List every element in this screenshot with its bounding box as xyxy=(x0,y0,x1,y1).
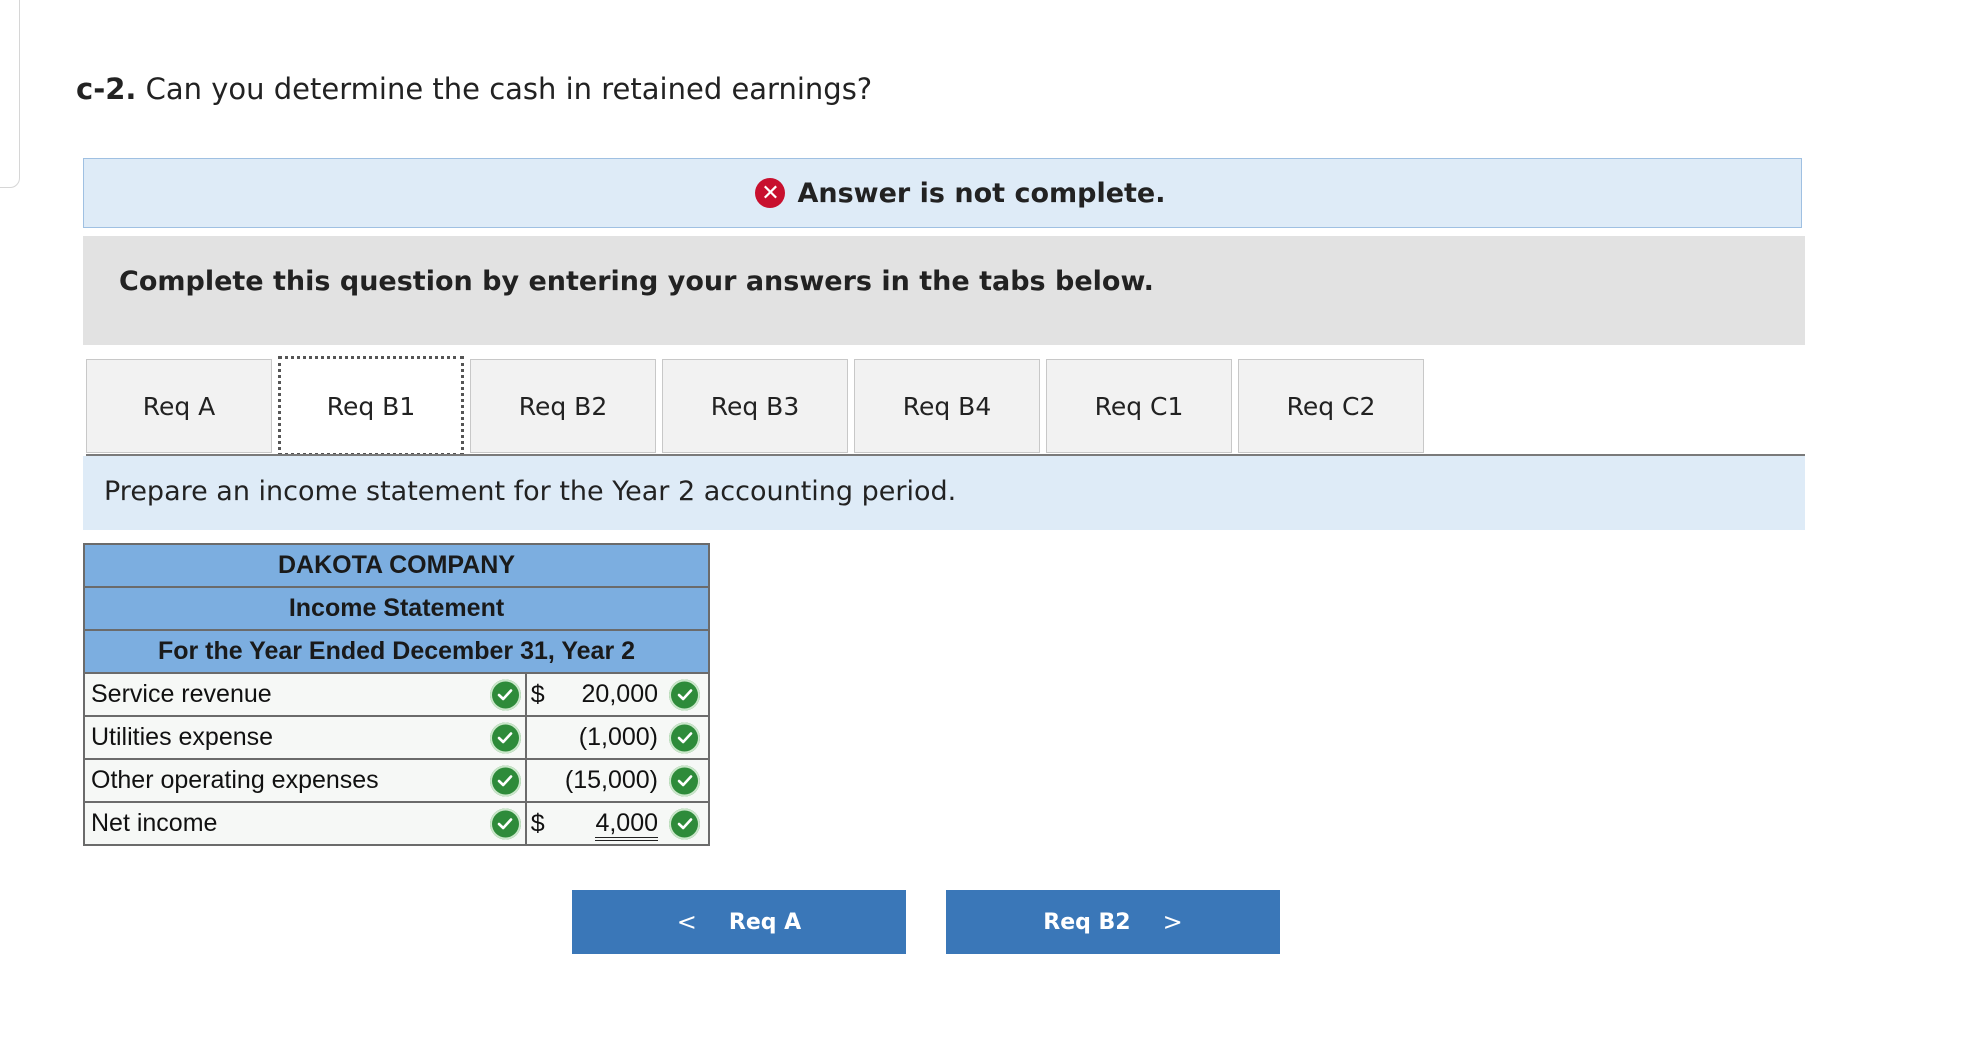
chevron-right-icon: > xyxy=(1162,908,1183,936)
tab-req-b4[interactable]: Req B4 xyxy=(854,359,1040,453)
tab-req-c1[interactable]: Req C1 xyxy=(1046,359,1232,453)
table-row: Net income $ 4,000 xyxy=(83,801,711,846)
check-icon xyxy=(489,765,521,796)
row-amount: 20,000 xyxy=(581,680,658,708)
task-prompt: Prepare an income statement for the Year… xyxy=(83,456,1805,530)
dollar-sign: $ xyxy=(530,680,545,708)
dollar-sign: $ xyxy=(530,809,545,837)
statement-title: Income Statement xyxy=(83,586,710,631)
row-amount: (15,000) xyxy=(564,766,658,794)
check-icon xyxy=(489,679,521,710)
row-amount-cell[interactable]: (1,000) xyxy=(524,715,711,760)
tab-req-b2[interactable]: Req B2 xyxy=(470,359,656,453)
table-row: Service revenue $ 20,000 xyxy=(83,672,711,717)
question-body: Can you determine the cash in retained e… xyxy=(136,72,873,106)
check-icon xyxy=(669,679,700,710)
row-label: Utilities expense xyxy=(91,723,274,751)
instructions-banner: Complete this question by entering your … xyxy=(83,236,1805,345)
check-icon xyxy=(669,808,700,839)
prev-req-label: Req A xyxy=(728,909,802,935)
question-number: c-2. xyxy=(76,72,137,106)
tab-req-a[interactable]: Req A xyxy=(86,359,272,453)
company-name: DAKOTA COMPANY xyxy=(83,543,710,588)
row-label: Other operating expenses xyxy=(91,766,379,794)
table-row: Other operating expenses (15,000) xyxy=(83,758,711,803)
x-circle-icon: ✕ xyxy=(755,178,786,208)
check-icon xyxy=(489,808,521,839)
row-label: Net income xyxy=(91,809,218,837)
check-icon xyxy=(669,722,700,753)
row-amount-cell[interactable]: $ 20,000 xyxy=(524,672,711,717)
statement-period: For the Year Ended December 31, Year 2 xyxy=(83,629,710,674)
row-amount: 4,000 xyxy=(595,809,658,841)
tab-req-c2[interactable]: Req C2 xyxy=(1238,359,1424,453)
chevron-left-icon: < xyxy=(676,908,697,936)
row-label-cell[interactable]: Other operating expenses xyxy=(83,758,527,803)
row-amount: (1,000) xyxy=(578,723,658,751)
row-label-cell[interactable]: Utilities expense xyxy=(83,715,527,760)
tab-req-b3[interactable]: Req B3 xyxy=(662,359,848,453)
check-icon xyxy=(489,722,521,753)
next-req-label: Req B2 xyxy=(1043,909,1131,935)
row-label-cell[interactable]: Net income xyxy=(83,801,527,846)
prev-req-button[interactable]: < Req A xyxy=(572,890,906,954)
table-row: Utilities expense (1,000) xyxy=(83,715,711,760)
check-icon xyxy=(669,765,700,796)
income-statement-table: DAKOTA COMPANY Income Statement For the … xyxy=(83,543,711,846)
req-tabs: Req A Req B1 Req B2 Req B3 Req B4 Req C1… xyxy=(86,356,1430,456)
status-text: Answer is not complete. xyxy=(797,177,1166,209)
row-amount-cell[interactable]: (15,000) xyxy=(524,758,711,803)
side-panel-edge xyxy=(0,0,20,188)
row-label: Service revenue xyxy=(91,680,272,708)
row-label-cell[interactable]: Service revenue xyxy=(83,672,527,717)
next-req-button[interactable]: Req B2 > xyxy=(946,890,1280,954)
status-banner: ✕ Answer is not complete. xyxy=(83,158,1802,228)
tab-req-b1[interactable]: Req B1 xyxy=(278,356,464,456)
row-amount-cell[interactable]: $ 4,000 xyxy=(524,801,711,846)
question-text: c-2. Can you determine the cash in retai… xyxy=(76,72,872,106)
